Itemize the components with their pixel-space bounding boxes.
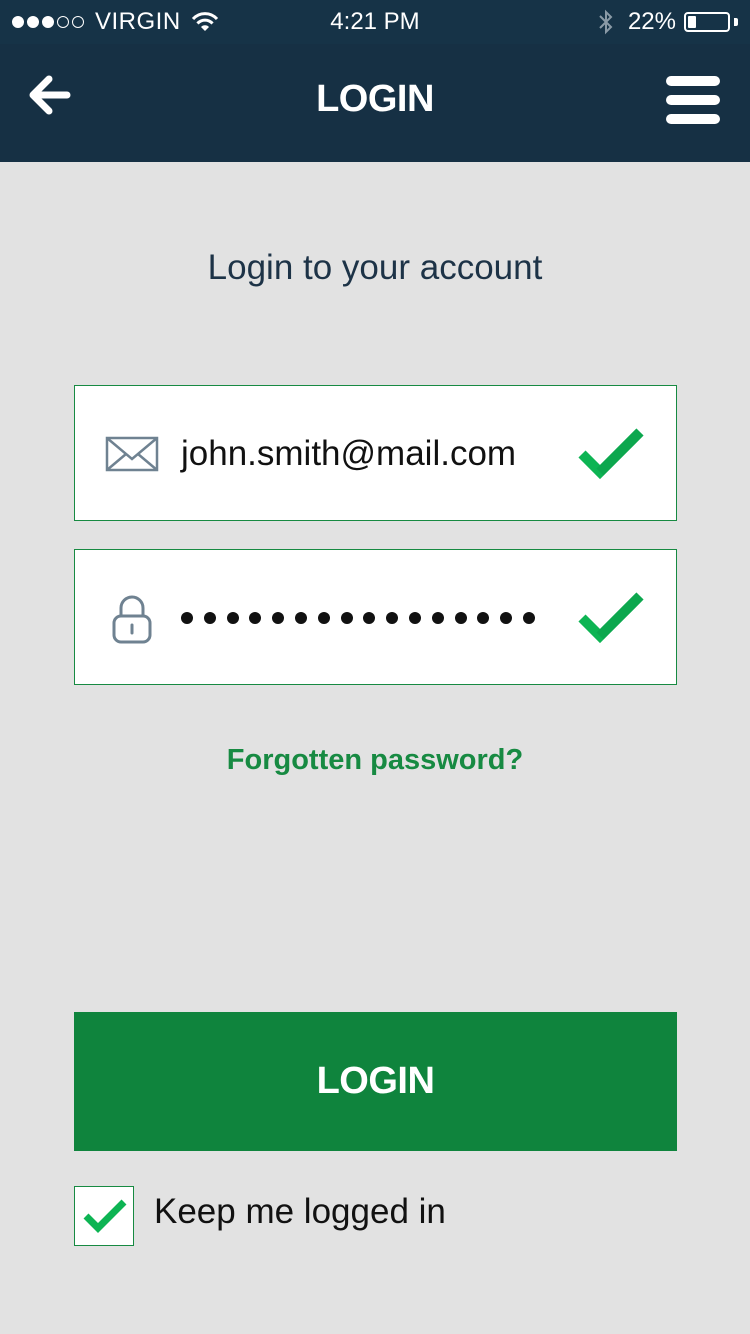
- bluetooth-icon: [599, 9, 613, 35]
- password-dot: [181, 612, 193, 624]
- login-subtitle: Login to your account: [207, 248, 543, 287]
- login-button[interactable]: LOGIN: [74, 1012, 677, 1151]
- password-dot: [386, 612, 399, 624]
- battery-nub: [734, 18, 738, 26]
- password-dot: [408, 612, 421, 624]
- checkmark-icon: [83, 1199, 127, 1233]
- battery-percent: 22%: [627, 8, 676, 35]
- status-bar: VIRGIN 4:21 PM 22%: [0, 0, 750, 44]
- password-dot: [363, 612, 376, 624]
- password-field[interactable]: [74, 549, 677, 685]
- battery-level: [688, 16, 697, 28]
- password-dot: [272, 612, 285, 624]
- password-dot: [522, 612, 535, 624]
- email-field[interactable]: john.smith@mail.com: [74, 385, 677, 521]
- password-dot: [500, 612, 513, 624]
- password-valid-check-icon: [578, 592, 644, 644]
- nav-bar: LOGIN: [0, 44, 750, 162]
- password-dot: [454, 612, 467, 624]
- battery-icon: [684, 12, 730, 32]
- password-dot: [294, 612, 307, 624]
- keep-logged-in-label: Keep me logged in: [154, 1192, 446, 1231]
- hamburger-icon-bar: [666, 95, 720, 105]
- email-valid-check-icon: [578, 428, 644, 480]
- password-dot: [340, 612, 353, 624]
- envelope-icon: [105, 436, 159, 472]
- forgot-password-link[interactable]: Forgotten password?: [0, 744, 750, 777]
- password-dot: [431, 612, 444, 624]
- lock-icon: [112, 595, 152, 644]
- password-dot: [317, 612, 330, 624]
- menu-button[interactable]: [662, 72, 724, 128]
- password-dot: [226, 612, 239, 624]
- hamburger-icon-bar: [666, 114, 720, 124]
- status-right: 22%: [598, 7, 738, 37]
- password-dot: [249, 612, 262, 624]
- password-masked-value[interactable]: [181, 550, 561, 686]
- email-value[interactable]: john.smith@mail.com: [181, 386, 561, 522]
- hamburger-icon-bar: [666, 76, 720, 86]
- password-dot: [477, 612, 490, 624]
- keep-logged-in-checkbox[interactable]: [74, 1186, 134, 1246]
- password-dot: [203, 612, 216, 624]
- page-title: LOGIN: [316, 78, 434, 120]
